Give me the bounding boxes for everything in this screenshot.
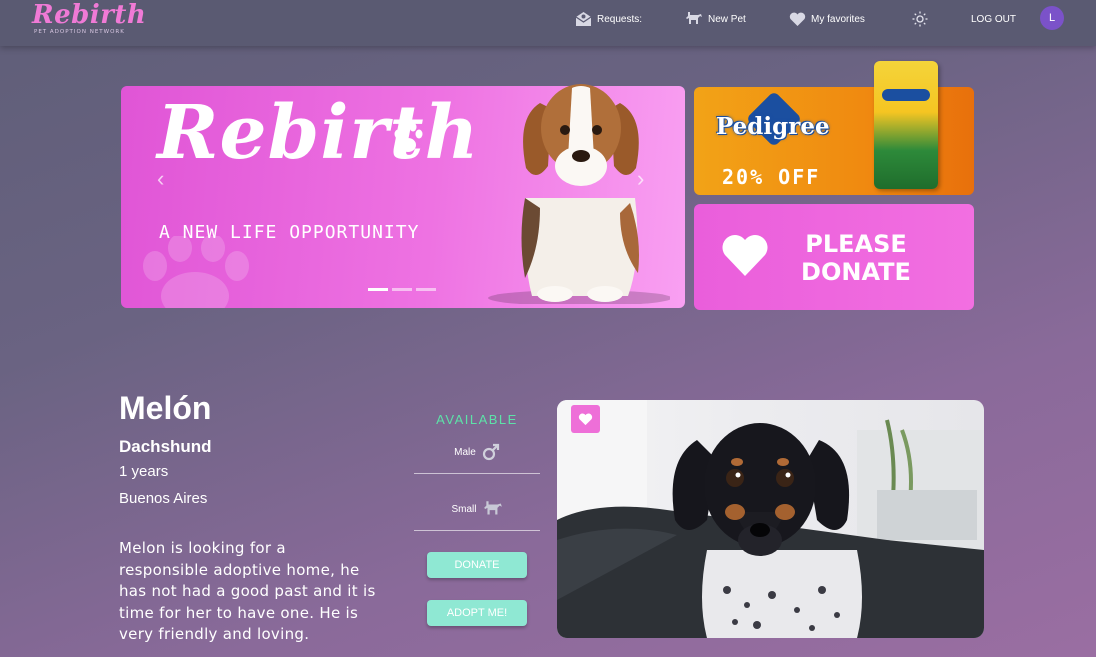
dog-food-bag-image <box>874 61 938 189</box>
pet-sex-label: Male <box>454 446 476 458</box>
pet-age: 1 years <box>119 463 169 480</box>
user-avatar[interactable]: L <box>1040 6 1064 30</box>
pet-size-label: Small <box>451 503 477 515</box>
donate-ad-banner[interactable]: PLEASE DONATE <box>694 204 974 310</box>
pedigree-brand-text: Pedigree <box>716 113 830 140</box>
beagle-puppy-image <box>488 84 670 304</box>
brand-logo: Rebirth <box>32 0 147 30</box>
attribute-divider <box>414 473 540 474</box>
availability-status: AVAILABLE <box>436 412 518 427</box>
donate-banner-text: PLEASE DONATE <box>801 230 911 286</box>
nav-requests[interactable]: Requests: <box>575 10 642 28</box>
pet-name: Melón <box>119 390 212 426</box>
paw-icon <box>394 122 423 152</box>
adopt-me-button[interactable]: ADOPT ME! <box>427 600 527 626</box>
carousel-indicator-3[interactable] <box>416 288 436 291</box>
logout-link[interactable]: LOG OUT <box>971 10 1016 28</box>
donate-banner-line1: PLEASE <box>805 230 907 258</box>
nav-requests-label: Requests: <box>597 13 643 25</box>
pet-location: Buenos Aires <box>119 490 208 507</box>
nav-new-pet[interactable]: New Pet <box>685 10 746 28</box>
pedigree-ad-banner[interactable]: Pedigree 20% OFF <box>694 61 974 195</box>
nav-new-pet-label: New Pet <box>708 13 746 25</box>
carousel-indicator-2[interactable] <box>392 288 412 291</box>
paw-decoration-icon <box>143 236 249 308</box>
dog-icon <box>483 501 502 515</box>
pedigree-offer-text: 20% OFF <box>722 165 821 189</box>
attribute-divider <box>414 530 540 531</box>
carousel-indicators <box>368 288 436 291</box>
theme-toggle[interactable] <box>912 10 933 28</box>
favorite-button[interactable] <box>571 405 600 433</box>
donate-banner-line2: DONATE <box>801 258 911 286</box>
heart-icon <box>722 235 768 276</box>
dog-food-bag-label <box>882 89 930 101</box>
brand-logo-link[interactable]: Rebirth PET ADOPTION NETWORK <box>32 0 146 35</box>
pet-size-row: Small <box>414 500 540 518</box>
nav-favorites[interactable]: My favorites <box>789 10 865 28</box>
pet-photo <box>557 400 984 638</box>
nav-favorites-label: My favorites <box>811 13 865 25</box>
heart-icon <box>578 413 593 425</box>
sun-icon <box>912 11 928 27</box>
mail-icon <box>575 12 592 26</box>
carousel-title: Rebirth <box>157 90 480 176</box>
male-icon <box>482 443 499 461</box>
dachshund-photo-image <box>557 400 984 638</box>
heart-icon <box>789 12 806 26</box>
pet-sex-row: Male <box>414 443 540 461</box>
pet-breed: Dachshund <box>119 437 212 456</box>
pet-description: Melon is looking for a responsible adopt… <box>119 539 376 643</box>
carousel-tagline: A NEW LIFE OPPORTUNITY <box>159 222 420 243</box>
carousel-prev-button[interactable]: ‹ <box>157 166 164 192</box>
top-navbar: Rebirth PET ADOPTION NETWORK Requests: N… <box>0 0 1096 46</box>
carousel-indicator-1[interactable] <box>368 288 388 291</box>
dog-icon <box>686 12 702 24</box>
donate-button[interactable]: DONATE <box>427 552 527 578</box>
